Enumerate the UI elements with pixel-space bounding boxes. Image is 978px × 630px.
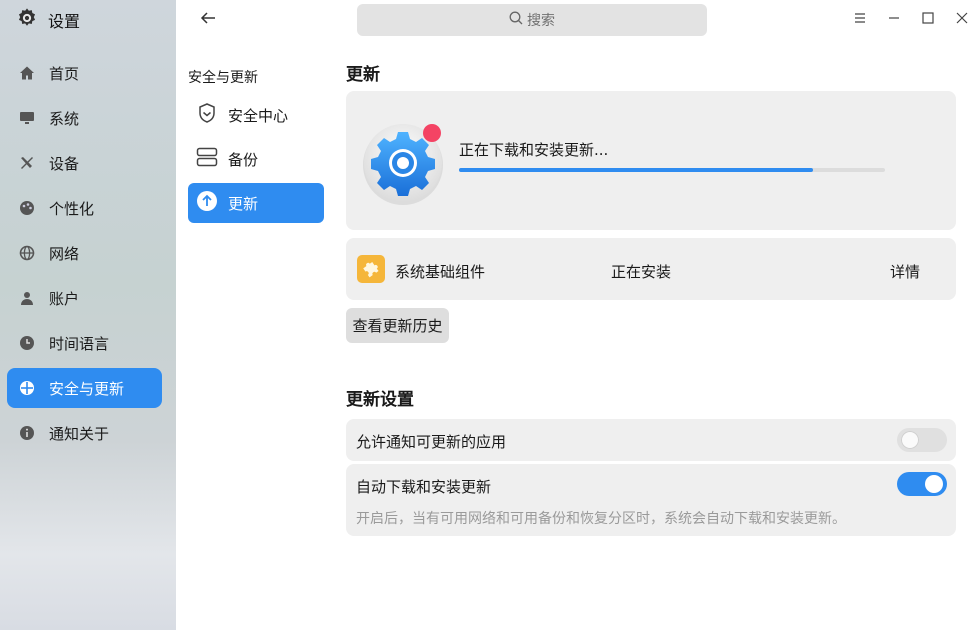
backup-icon <box>196 146 218 172</box>
notify-toggle[interactable] <box>897 428 947 452</box>
sub-item-backup[interactable]: 备份 <box>188 139 324 179</box>
view-update-history-button[interactable]: 查看更新历史 <box>346 308 449 343</box>
sidebar-item-account[interactable]: 账户 <box>7 278 162 318</box>
maximize-button[interactable] <box>918 8 938 32</box>
notification-badge <box>423 124 441 142</box>
arrow-left-icon <box>199 9 217 31</box>
upload-circle-icon <box>196 190 218 216</box>
back-button[interactable] <box>196 8 220 32</box>
sidebar-item-label: 安全与更新 <box>49 379 125 398</box>
sidebar-item-label: 账户 <box>49 289 80 308</box>
search-input[interactable]: 搜索 <box>357 4 707 36</box>
menu-icon <box>853 11 867 29</box>
sidebar-item-label: 个性化 <box>49 199 95 218</box>
menu-button[interactable] <box>850 8 870 32</box>
gear-icon <box>16 7 38 33</box>
sidebar-item-label: 系统 <box>49 109 80 128</box>
search-icon <box>509 11 523 29</box>
sidebar-item-devices[interactable]: 设备 <box>7 143 162 183</box>
sidebar-item-label: 时间语言 <box>49 334 110 353</box>
monitor-icon <box>19 110 35 126</box>
component-row: 系统基础组件 正在安装 详情 <box>346 238 956 300</box>
auto-update-description: 开启后，当有可用网络和可用备份和恢复分区时，系统会自动下载和安装更新。 <box>356 511 846 527</box>
minimize-button[interactable] <box>884 8 904 32</box>
sidebar-item-label: 设备 <box>49 154 80 173</box>
update-status-card: 正在下载和安装更新... <box>346 91 956 230</box>
sidebar-nav: 首页 系统 设备 个性化 网络 账户 时间语言 安全与更新 通知关于 <box>7 53 162 458</box>
app-title: 设置 <box>16 8 80 32</box>
update-settings-heading: 更新设置 <box>346 390 414 410</box>
close-button[interactable] <box>952 8 972 32</box>
sidebar-item-label: 网络 <box>49 244 80 263</box>
user-icon <box>19 290 35 306</box>
app-title-text: 设置 <box>48 12 81 31</box>
toggle-knob <box>925 475 943 493</box>
sidebar-item-label: 通知关于 <box>49 424 110 443</box>
info-icon <box>19 425 35 441</box>
maximize-icon <box>921 11 935 29</box>
tools-icon <box>19 155 35 171</box>
search-placeholder: 搜索 <box>527 13 555 29</box>
globe-icon <box>19 245 35 261</box>
security-update-icon <box>19 380 35 396</box>
puzzle-icon <box>357 255 385 283</box>
sub-panel-title: 安全与更新 <box>188 70 258 86</box>
sub-item-update[interactable]: 更新 <box>188 183 324 223</box>
update-progress-bar <box>459 168 885 172</box>
sidebar-item-security-update[interactable]: 安全与更新 <box>7 368 162 408</box>
sub-item-label: 安全中心 <box>228 106 289 125</box>
auto-update-setting-row: 自动下载和安装更新 开启后，当有可用网络和可用备份和恢复分区时，系统会自动下载和… <box>346 464 956 536</box>
shield-icon <box>196 102 218 128</box>
sub-panel-list: 安全中心 备份 更新 <box>188 95 324 227</box>
clock-icon <box>19 335 35 351</box>
close-icon <box>955 11 969 29</box>
sidebar-item-label: 首页 <box>49 64 80 83</box>
sub-item-label: 更新 <box>228 194 259 213</box>
sub-item-label: 备份 <box>228 150 259 169</box>
update-progress-fill <box>459 168 813 172</box>
sidebar-item-personalization[interactable]: 个性化 <box>7 188 162 228</box>
minimize-icon <box>887 11 901 29</box>
sidebar: 设置 首页 系统 设备 个性化 网络 账户 时间语言 安全与更新 通知关于 <box>0 0 176 630</box>
update-heading: 更新 <box>346 65 380 85</box>
notify-setting-label: 允许通知可更新的应用 <box>356 433 507 451</box>
palette-icon <box>19 200 35 216</box>
sidebar-item-notifications-about[interactable]: 通知关于 <box>7 413 162 453</box>
toggle-knob <box>901 431 919 449</box>
auto-update-toggle[interactable] <box>897 472 947 496</box>
window-controls <box>850 8 972 32</box>
component-name: 系统基础组件 <box>395 263 486 281</box>
sidebar-item-system[interactable]: 系统 <box>7 98 162 138</box>
auto-update-label: 自动下载和安装更新 <box>356 478 492 496</box>
sidebar-item-home[interactable]: 首页 <box>7 53 162 93</box>
sidebar-item-time-language[interactable]: 时间语言 <box>7 323 162 363</box>
update-status-text: 正在下载和安装更新... <box>459 141 609 159</box>
sidebar-item-network[interactable]: 网络 <box>7 233 162 273</box>
component-detail-link[interactable]: 详情 <box>890 261 920 282</box>
home-icon <box>19 65 35 81</box>
component-status: 正在安装 <box>611 263 672 281</box>
sub-item-security-center[interactable]: 安全中心 <box>188 95 324 135</box>
notify-setting-row: 允许通知可更新的应用 <box>346 419 956 461</box>
